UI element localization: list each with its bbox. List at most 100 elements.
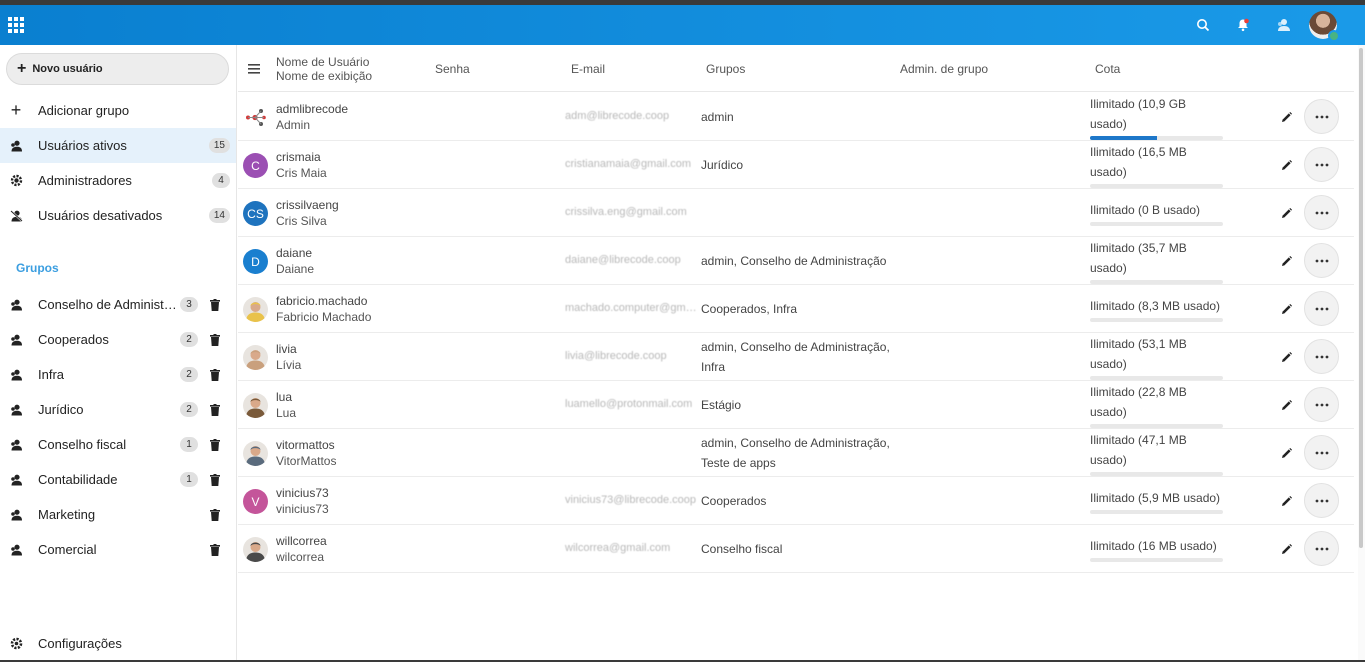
- column-menu-button[interactable]: [248, 45, 260, 92]
- quota-progress-bar: [1090, 423, 1223, 428]
- app-menu-button[interactable]: [0, 5, 32, 45]
- delete-group-button[interactable]: [208, 403, 222, 416]
- delete-group-button[interactable]: [208, 333, 222, 346]
- quota-text: Ilimitado (5,9 MB usado): [1090, 490, 1221, 505]
- pencil-icon: [1281, 303, 1292, 314]
- quota-progress-bar: [1090, 135, 1223, 140]
- nav-add-group[interactable]: + Adicionar grupo: [0, 93, 236, 128]
- display-name: Lua: [276, 406, 297, 420]
- users-icon: [8, 140, 24, 152]
- quota-cell: Ilimitado (53,1 MB usado): [1090, 333, 1225, 380]
- plus-icon: +: [10, 100, 22, 120]
- quota-progress-bar: [1090, 183, 1223, 188]
- delete-group-button[interactable]: [208, 368, 222, 381]
- delete-group-button[interactable]: [208, 298, 222, 311]
- trash-icon: [210, 333, 220, 346]
- top-header-bar: [0, 5, 1365, 45]
- nav-label: Adicionar grupo: [38, 103, 130, 118]
- edit-user-button[interactable]: [1278, 397, 1294, 413]
- avatar: [243, 297, 268, 322]
- groups-value: admin: [701, 109, 734, 124]
- scrollbar-thumb[interactable]: [1359, 48, 1363, 548]
- delete-group-button[interactable]: [208, 543, 222, 556]
- edit-user-button[interactable]: [1278, 541, 1294, 557]
- edit-user-button[interactable]: [1278, 493, 1294, 509]
- groups-value: [701, 189, 901, 236]
- sidebar-group-item[interactable]: Conselho fiscal 1: [0, 427, 236, 462]
- header-username: Nome de Usuário: [276, 54, 370, 69]
- nav-label: Configurações: [38, 636, 122, 651]
- user-actions-menu-button[interactable]: [1304, 195, 1339, 230]
- user-actions-menu-button[interactable]: [1304, 99, 1339, 134]
- new-user-button[interactable]: + Novo usuário: [6, 53, 229, 85]
- avatar: CS: [243, 201, 268, 226]
- user-actions-menu-button[interactable]: [1304, 435, 1339, 470]
- display-name: Lívia: [276, 358, 302, 372]
- user-actions-menu-button[interactable]: [1304, 483, 1339, 518]
- trash-icon: [210, 438, 220, 451]
- edit-user-button[interactable]: [1278, 349, 1294, 365]
- email-value: cristianamaia@gmail.com: [565, 158, 692, 170]
- more-horizontal-icon: [1315, 547, 1328, 550]
- sidebar-group-item[interactable]: Contabilidade 1: [0, 462, 236, 497]
- avatar: [243, 393, 268, 418]
- disabled-users-icon: [8, 209, 24, 222]
- header-displayname: Nome de exibição: [276, 68, 373, 83]
- user-menu-button[interactable]: [1303, 5, 1343, 45]
- avatar: [243, 105, 268, 130]
- nav-settings[interactable]: Configurações: [0, 626, 236, 661]
- nav-administrators[interactable]: Administradores 4: [0, 163, 236, 198]
- username: crismaia: [276, 150, 321, 164]
- edit-user-button[interactable]: [1278, 109, 1294, 125]
- search-button[interactable]: [1183, 5, 1223, 45]
- sidebar-group-item[interactable]: Conselho de Administração3: [0, 287, 236, 322]
- sidebar-group-item[interactable]: Infra 2: [0, 357, 236, 392]
- pencil-icon: [1281, 543, 1292, 554]
- admin-gear-icon: [8, 174, 24, 187]
- quota-text: Ilimitado (10,9 GB usado): [1090, 96, 1187, 131]
- edit-user-button[interactable]: [1278, 205, 1294, 221]
- avatar: [243, 537, 268, 562]
- username: lua: [276, 390, 293, 404]
- avatar: D: [243, 249, 268, 274]
- user-actions-menu-button[interactable]: [1304, 291, 1339, 326]
- sidebar-group-item[interactable]: Jurídico 2: [0, 392, 236, 427]
- groups-value: admin, Conselho de Administração, Teste …: [701, 435, 890, 470]
- edit-user-button[interactable]: [1278, 301, 1294, 317]
- count-badge: 4: [212, 173, 230, 188]
- avatar: [243, 345, 268, 370]
- delete-group-button[interactable]: [208, 438, 222, 451]
- count-badge: 2: [180, 367, 198, 382]
- user-actions-menu-button[interactable]: [1304, 387, 1339, 422]
- user-actions-menu-button[interactable]: [1304, 531, 1339, 566]
- sidebar-group-item[interactable]: Marketing: [0, 497, 236, 532]
- sidebar-group-item[interactable]: Cooperados 2: [0, 322, 236, 357]
- pencil-icon: [1281, 351, 1292, 362]
- notifications-button[interactable]: [1223, 5, 1263, 45]
- contacts-button[interactable]: [1263, 5, 1303, 45]
- delete-group-button[interactable]: [208, 508, 222, 521]
- edit-user-button[interactable]: [1278, 157, 1294, 173]
- user-actions-menu-button[interactable]: [1304, 243, 1339, 278]
- more-horizontal-icon: [1315, 403, 1328, 406]
- user-actions-menu-button[interactable]: [1304, 339, 1339, 374]
- header-groups: Grupos: [706, 61, 746, 76]
- edit-user-button[interactable]: [1278, 445, 1294, 461]
- group-icon: [8, 404, 24, 416]
- nav-disabled-users[interactable]: Usuários desativados 14: [0, 198, 236, 233]
- user-list-main: Nome de Usuário Nome de exibição Senha E…: [238, 45, 1354, 662]
- username: crissilvaeng: [276, 198, 339, 212]
- group-icon: [8, 474, 24, 486]
- quota-cell: Ilimitado (16,5 MB usado): [1090, 141, 1225, 188]
- user-names: lua Lua: [276, 389, 296, 421]
- edit-user-button[interactable]: [1278, 253, 1294, 269]
- group-icon: [8, 369, 24, 381]
- avatar: [243, 441, 268, 466]
- nav-active-users[interactable]: Usuários ativos 15: [0, 128, 236, 163]
- more-horizontal-icon: [1315, 163, 1328, 166]
- sidebar-group-item[interactable]: Comercial: [0, 532, 236, 567]
- delete-group-button[interactable]: [208, 473, 222, 486]
- trash-icon: [210, 298, 220, 311]
- table-row: admlibrecode Admin adm@librecode.coop admin…: [238, 93, 1354, 141]
- user-actions-menu-button[interactable]: [1304, 147, 1339, 182]
